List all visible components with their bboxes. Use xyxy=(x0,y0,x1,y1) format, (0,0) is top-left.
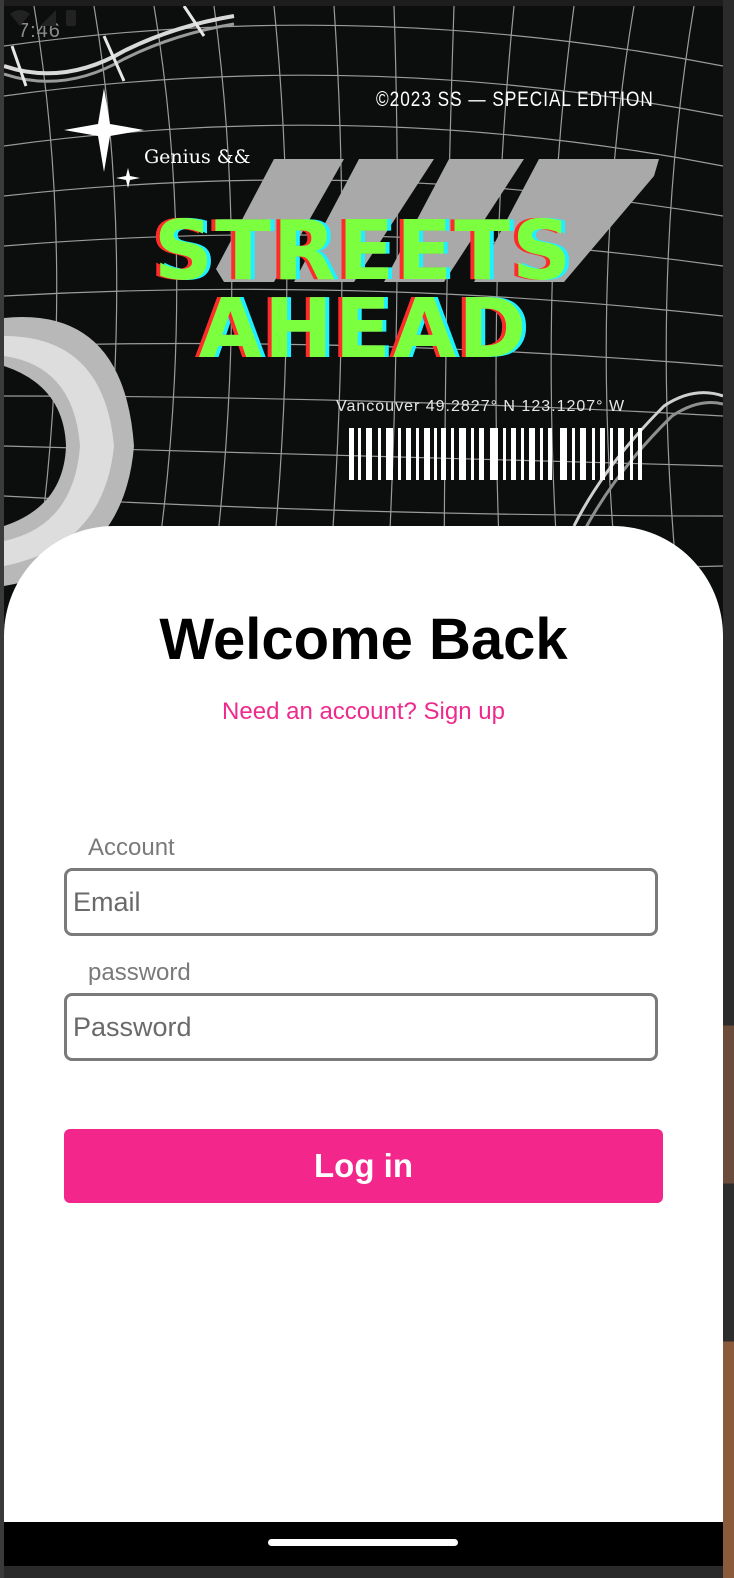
signal-icon xyxy=(40,10,56,26)
hero-coordinates: Vancouver 49.2827° N 123.1207° W xyxy=(336,398,626,415)
home-indicator[interactable] xyxy=(268,1539,458,1546)
account-label: Account xyxy=(88,834,175,861)
status-icons xyxy=(10,10,76,26)
phone-screen: 7:46 ©2023 SS — SPECIAL EDITION Genius &… xyxy=(4,6,723,1566)
wifi-icon xyxy=(10,10,30,26)
hero-title-line2: AHEAD xyxy=(198,282,529,377)
hero-copyright: ©2023 SS — SPECIAL EDITION xyxy=(376,88,654,111)
hero-tagline: Genius && xyxy=(144,146,251,168)
email-field-container[interactable] xyxy=(64,868,658,936)
background-strip xyxy=(723,0,734,1578)
signup-link[interactable]: Need an account? Sign up xyxy=(4,698,723,726)
login-button[interactable]: Log in xyxy=(64,1129,663,1203)
password-field-container[interactable] xyxy=(64,993,658,1061)
page-title: Welcome Back xyxy=(159,607,568,672)
email-field[interactable] xyxy=(67,871,655,933)
password-label: password xyxy=(88,959,191,986)
password-field[interactable] xyxy=(67,996,655,1058)
battery-icon xyxy=(66,10,76,26)
